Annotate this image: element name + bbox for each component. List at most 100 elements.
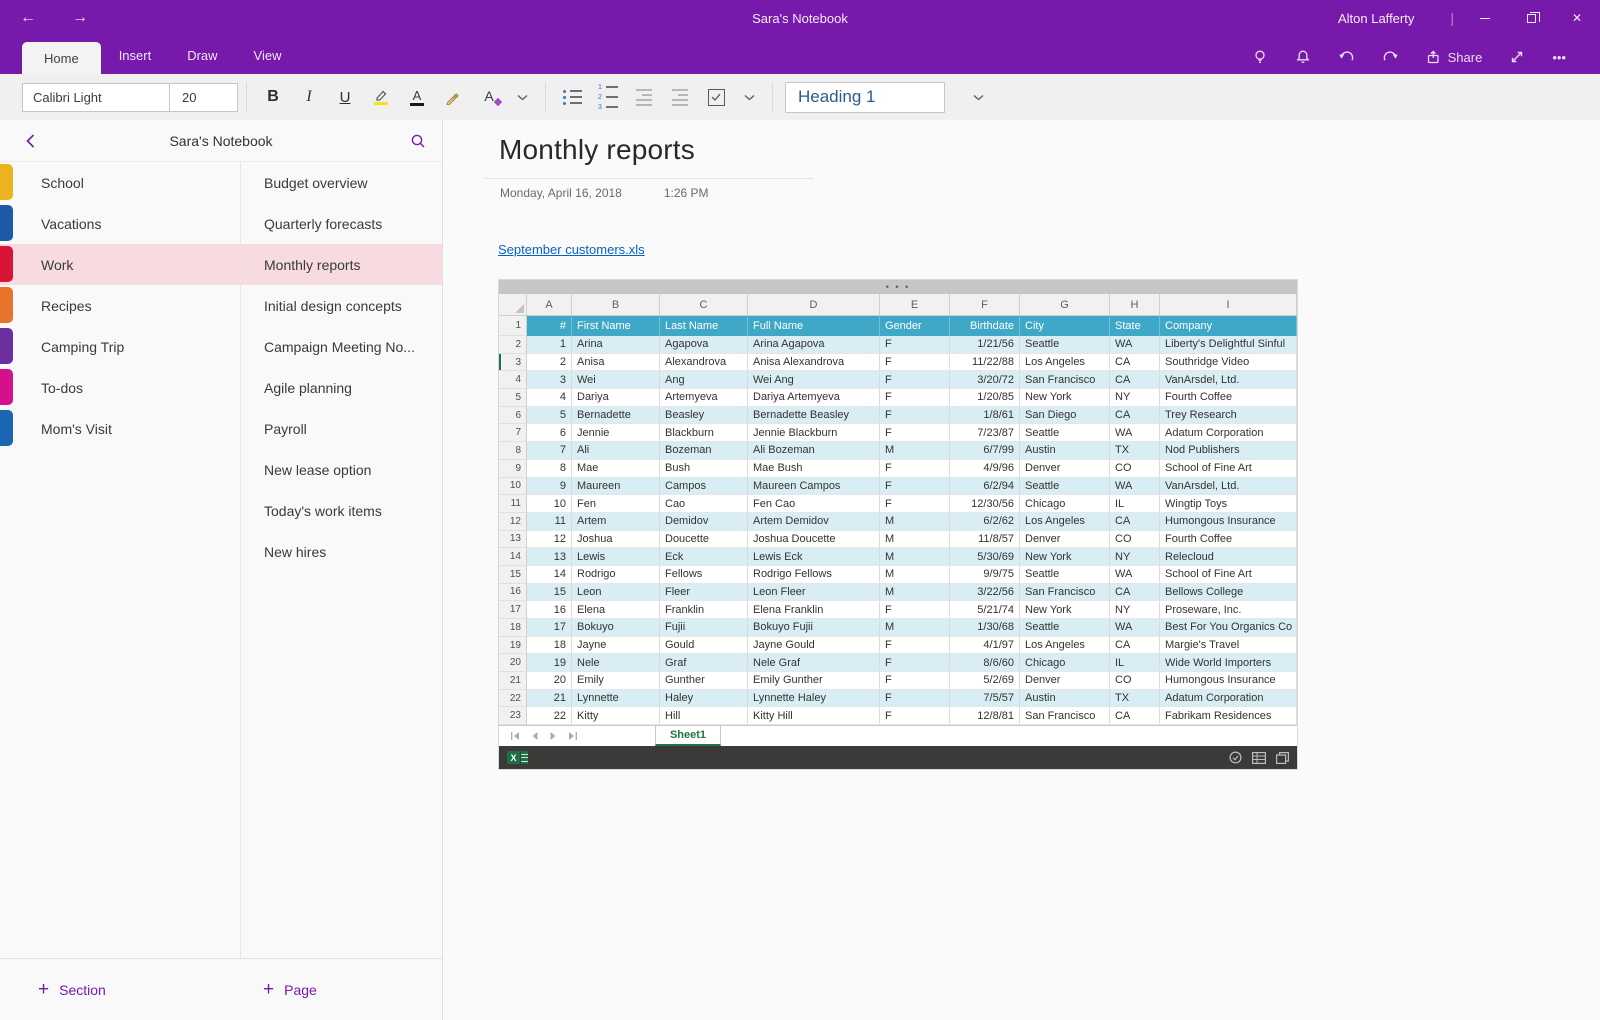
style-chevron-icon[interactable]	[963, 78, 993, 116]
fullscreen-expand-icon[interactable]	[1509, 49, 1525, 65]
sidebar-page-initial-design-concepts[interactable]: Initial design concepts	[241, 285, 442, 326]
font-options-chevron-icon[interactable]	[507, 78, 537, 116]
column-letter-f[interactable]: F	[950, 294, 1020, 315]
column-letter-d[interactable]: D	[748, 294, 880, 315]
page-title[interactable]: Monthly reports	[499, 134, 695, 166]
next-sheet-icon[interactable]	[550, 732, 556, 740]
last-sheet-icon[interactable]	[568, 732, 577, 740]
font-name-selector[interactable]: Calibri Light	[22, 83, 170, 112]
style-selector[interactable]: Heading 1	[785, 82, 945, 113]
column-letter-a[interactable]: A	[527, 294, 572, 315]
row-number[interactable]: 10	[499, 478, 527, 496]
row-number[interactable]: 2	[499, 336, 527, 354]
column-letter-b[interactable]: B	[572, 294, 660, 315]
restore-button[interactable]	[1508, 0, 1554, 36]
sheet-tab[interactable]: Sheet1	[655, 726, 721, 746]
close-button[interactable]: ✕	[1554, 0, 1600, 36]
todo-checkbox-button[interactable]	[698, 78, 734, 116]
row-number[interactable]: 13	[499, 531, 527, 549]
bulleted-list-icon	[563, 90, 582, 105]
sidebar-page-today-s-work-items[interactable]: Today's work items	[241, 490, 442, 531]
column-letter-g[interactable]: G	[1020, 294, 1110, 315]
prev-sheet-icon[interactable]	[532, 732, 538, 740]
increase-indent-button[interactable]	[662, 78, 698, 116]
search-icon[interactable]	[394, 133, 442, 149]
row-number[interactable]: 7	[499, 424, 527, 442]
open-in-window-icon[interactable]	[1276, 752, 1289, 764]
row-number[interactable]: 18	[499, 619, 527, 637]
font-size-selector[interactable]: 20	[170, 83, 238, 112]
row-number[interactable]: 21	[499, 672, 527, 690]
notifications-bell-icon[interactable]	[1295, 49, 1311, 65]
sidebar-page-budget-overview[interactable]: Budget overview	[241, 162, 442, 203]
row-number[interactable]: 20	[499, 654, 527, 672]
sidebar-section-work[interactable]: Work	[0, 244, 240, 285]
ribbon-tab-insert[interactable]: Insert	[101, 36, 170, 74]
row-number[interactable]: 6	[499, 407, 527, 425]
sidebar-section-vacations[interactable]: Vacations	[0, 203, 240, 244]
sidebar-page-monthly-reports[interactable]: Monthly reports	[241, 244, 442, 285]
sidebar-section-to-dos[interactable]: To-dos	[0, 367, 240, 408]
bold-button[interactable]: B	[255, 78, 291, 116]
ribbon-tab-view[interactable]: View	[236, 36, 300, 74]
row-number[interactable]: 4	[499, 371, 527, 389]
column-letter-e[interactable]: E	[880, 294, 950, 315]
sidebar-section-recipes[interactable]: Recipes	[0, 285, 240, 326]
column-letter-c[interactable]: C	[660, 294, 748, 315]
row-number[interactable]: 23	[499, 707, 527, 725]
spreadsheet-drag-handle[interactable]: • • •	[499, 280, 1297, 294]
underline-button[interactable]: U	[327, 78, 363, 116]
decrease-indent-button[interactable]	[626, 78, 662, 116]
row-number[interactable]: 3	[499, 354, 527, 372]
row-number[interactable]: 16	[499, 584, 527, 602]
sidebar-page-new-hires[interactable]: New hires	[241, 531, 442, 572]
sidebar-page-new-lease-option[interactable]: New lease option	[241, 449, 442, 490]
bulleted-list-button[interactable]	[554, 78, 590, 116]
row-number[interactable]: 15	[499, 566, 527, 584]
undo-icon[interactable]	[1338, 49, 1355, 65]
clear-formatting-button[interactable]: A	[471, 78, 507, 116]
ribbon-tab-home[interactable]: Home	[22, 42, 101, 74]
first-sheet-icon[interactable]	[511, 732, 520, 740]
font-color-button[interactable]: A	[399, 78, 435, 116]
view-mode-icon[interactable]	[1229, 751, 1242, 764]
row-number[interactable]: 9	[499, 460, 527, 478]
sidebar-section-mom-s-visit[interactable]: Mom's Visit	[0, 408, 240, 449]
numbered-list-button[interactable]: 1 2 3	[590, 78, 626, 116]
tell-me-lightbulb-icon[interactable]	[1252, 49, 1268, 65]
minimize-button[interactable]	[1462, 0, 1508, 36]
ribbon-tab-draw[interactable]: Draw	[169, 36, 235, 74]
sidebar-section-school[interactable]: School	[0, 162, 240, 203]
sidebar-page-quarterly-forecasts[interactable]: Quarterly forecasts	[241, 203, 442, 244]
row-number[interactable]: 17	[499, 601, 527, 619]
redo-icon[interactable]	[1382, 49, 1399, 65]
cell: 5/30/69	[950, 548, 1020, 566]
grid-view-icon[interactable]	[1252, 752, 1266, 764]
italic-button[interactable]: I	[291, 78, 327, 116]
embedded-spreadsheet[interactable]: • • • ABCDEFGHI 1#First NameLast NameFul…	[499, 280, 1297, 769]
row-number[interactable]: 11	[499, 495, 527, 513]
add-page-button[interactable]: + Page	[263, 979, 317, 1001]
row-number[interactable]: 22	[499, 690, 527, 708]
row-number[interactable]: 14	[499, 548, 527, 566]
sidebar-page-payroll[interactable]: Payroll	[241, 408, 442, 449]
sidebar-page-agile-planning[interactable]: Agile planning	[241, 367, 442, 408]
highlighter-button[interactable]	[363, 78, 399, 116]
row-number[interactable]: 8	[499, 442, 527, 460]
row-number[interactable]: 5	[499, 389, 527, 407]
page-canvas[interactable]: Monthly reports Monday, April 16, 2018 1…	[443, 120, 1600, 1020]
row-number[interactable]: 1	[499, 316, 527, 336]
add-section-button[interactable]: + Section	[38, 979, 106, 1001]
select-all-corner[interactable]	[499, 294, 527, 315]
row-number[interactable]: 19	[499, 637, 527, 655]
list-options-chevron-icon[interactable]	[734, 78, 764, 116]
share-button[interactable]: Share	[1426, 49, 1483, 65]
sidebar-section-camping-trip[interactable]: Camping Trip	[0, 326, 240, 367]
format-painter-button[interactable]	[435, 78, 471, 116]
row-number[interactable]: 12	[499, 513, 527, 531]
attachment-link[interactable]: September customers.xls	[498, 242, 645, 257]
sidebar-page-campaign-meeting-no[interactable]: Campaign Meeting No...	[241, 326, 442, 367]
column-letter-i[interactable]: I	[1160, 294, 1297, 315]
more-options-ellipsis-icon[interactable]: •••	[1552, 50, 1566, 65]
column-letter-h[interactable]: H	[1110, 294, 1160, 315]
